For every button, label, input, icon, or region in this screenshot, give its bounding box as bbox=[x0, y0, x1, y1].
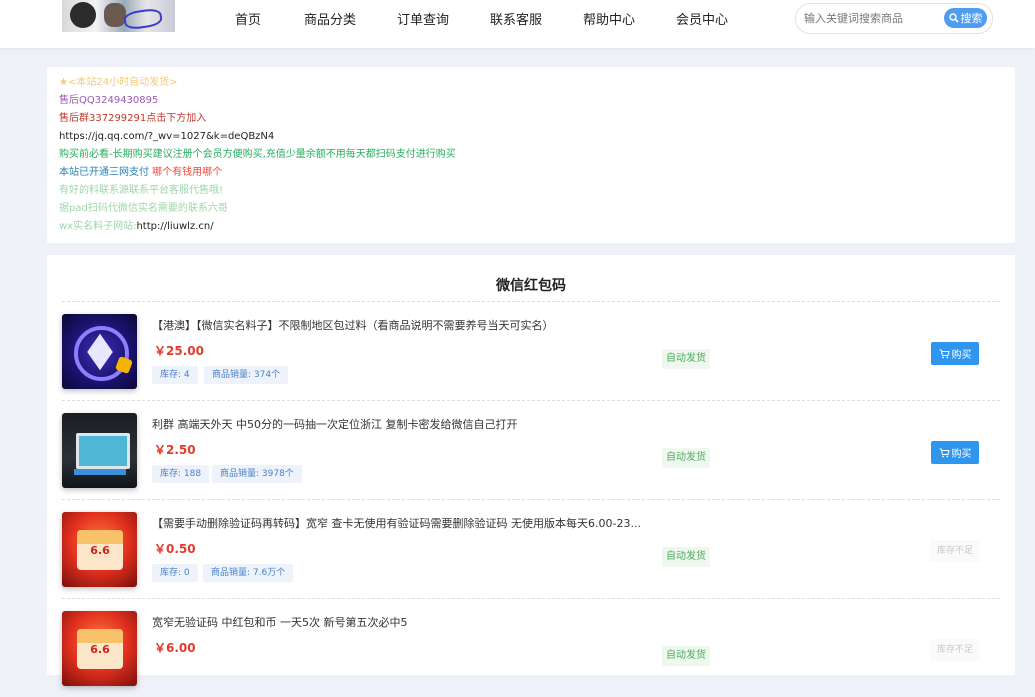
notice-line: wx实名料子网站:http://liuwlz.cn/ bbox=[59, 220, 214, 233]
delivery-badge: 自动发货 bbox=[662, 547, 710, 567]
notice-line: 有好的料联系源联系平台客服代售哦! bbox=[59, 184, 223, 197]
delivery-badge: 自动发货 bbox=[662, 448, 710, 468]
section-title: 微信红包码 bbox=[496, 278, 566, 294]
stock-badge: 库存: 188 bbox=[152, 465, 210, 483]
nav-home[interactable]: 首页 bbox=[235, 9, 261, 28]
notice-line: https://jq.qq.com/?_wv=1027&k=deQBzN4 bbox=[59, 130, 274, 143]
notice-text: 有好的料联系源联系平台客服代售哦! bbox=[59, 185, 224, 196]
buy-button-label: 购买 bbox=[951, 449, 972, 460]
notice-text: 本站已开通三网支付 bbox=[59, 167, 149, 178]
red-packet-flap bbox=[77, 629, 123, 643]
notice-link[interactable]: http://liuwlz.cn/ bbox=[136, 221, 213, 232]
buy-button[interactable]: 购买 bbox=[931, 441, 979, 464]
search-input[interactable] bbox=[804, 10, 934, 26]
nav-member[interactable]: 会员中心 bbox=[676, 9, 728, 28]
image-label: 6.6 bbox=[90, 544, 110, 557]
notice-line: 购买前必看-长期购买建议注册个会员方便购买,充值少量余额不用每天都扫码支付进行购… bbox=[59, 148, 456, 161]
product-title[interactable]: 利群 高端天外天 中50分的一码抽一次定位浙江 复制卡密发给微信自己打开 bbox=[152, 416, 518, 432]
notice-line: 本站已开通三网支付 哪个有钱用哪个 bbox=[59, 166, 222, 179]
notice-text: 购买前必看-长期购买建议注册个会员方便购买,充值少量余额不用每天都扫码支付进行购… bbox=[59, 149, 456, 160]
notice-line: 售后QQ3249430895 bbox=[59, 94, 158, 107]
cart-icon bbox=[939, 448, 950, 457]
search-box: 搜索 bbox=[795, 3, 993, 34]
sales-badge: 商品销量: 374个 bbox=[204, 366, 289, 384]
product-price: ￥0.50 bbox=[154, 542, 196, 556]
stock-badge: 库存: 0 bbox=[152, 564, 198, 582]
delivery-badge: 自动发货 bbox=[662, 646, 710, 666]
notice-suffix: 哪个有钱用哪个 bbox=[149, 167, 223, 178]
nav-contact[interactable]: 联系客服 bbox=[490, 9, 542, 28]
search-icon bbox=[948, 13, 959, 23]
product-image[interactable]: 6.6 bbox=[62, 512, 137, 587]
cart-icon bbox=[939, 349, 950, 358]
notice-text: 售后QQ3249430895 bbox=[59, 95, 159, 106]
notice-text: 据pad扫码代微信实名需要的联系六哥 bbox=[59, 203, 228, 214]
product-price: ￥2.50 bbox=[154, 443, 196, 457]
logo-portrait-2 bbox=[104, 3, 126, 27]
notice-line: 售后群337299291点击下方加入 bbox=[59, 112, 206, 125]
product-image[interactable]: 6.6 bbox=[62, 611, 137, 686]
image-label: 6.6 bbox=[90, 643, 110, 656]
product-row[interactable]: 【港澳】【微信实名料子】不限制地区包过料（看商品说明不需要养号当天可实名） ￥2… bbox=[62, 302, 1000, 401]
phone-screen-icon bbox=[76, 433, 130, 469]
product-image[interactable] bbox=[62, 314, 137, 389]
nav-categories[interactable]: 商品分类 bbox=[304, 9, 356, 28]
out-of-stock-button: 库存不足 bbox=[930, 540, 980, 562]
notice-line: ★<本站24小时自动发货> bbox=[59, 76, 177, 89]
product-title[interactable]: 【港澳】【微信实名料子】不限制地区包过料（看商品说明不需要养号当天可实名） bbox=[152, 317, 554, 333]
delivery-badge: 自动发货 bbox=[662, 349, 710, 369]
red-packet-flap bbox=[77, 530, 123, 544]
product-section: 微信红包码 【港澳】【微信实名料子】不限制地区包过料（看商品说明不需要养号当天可… bbox=[47, 255, 1015, 686]
logo-portrait bbox=[70, 2, 96, 28]
product-title[interactable]: 宽窄无验证码 中红包和币 一天5次 新号第五次必中5 bbox=[152, 614, 408, 630]
notice-line: 据pad扫码代微信实名需要的联系六哥 bbox=[59, 202, 228, 215]
banner-shape bbox=[74, 469, 126, 475]
buy-button[interactable]: 购买 bbox=[931, 342, 979, 365]
out-of-stock-button: 库存不足 bbox=[930, 639, 980, 661]
product-title[interactable]: 【需要手动删除验证码再转码】宽窄 查卡无使用有验证码需要删除验证码 无使用版本每… bbox=[152, 515, 641, 531]
logo-scribble bbox=[122, 7, 164, 31]
product-price: ￥25.00 bbox=[154, 344, 204, 358]
search-button[interactable]: 搜索 bbox=[944, 8, 987, 28]
product-row[interactable]: 利群 高端天外天 中50分的一码抽一次定位浙江 复制卡密发给微信自己打开 ￥2.… bbox=[62, 401, 1000, 500]
product-row[interactable]: 6.6 宽窄无验证码 中红包和币 一天5次 新号第五次必中5 ￥6.00 自动发… bbox=[62, 599, 1000, 697]
notice-text: 售后群337299291点击下方加入 bbox=[59, 113, 207, 124]
header: 首页 商品分类 订单查询 联系客服 帮助中心 会员中心 搜索 bbox=[0, 0, 1035, 48]
sales-badge: 商品销量: 3978个 bbox=[212, 465, 302, 483]
search-button-label: 搜索 bbox=[960, 12, 983, 25]
nav-order-query[interactable]: 订单查询 bbox=[397, 9, 449, 28]
product-price: ￥6.00 bbox=[154, 641, 196, 655]
notice-board: ★<本站24小时自动发货> 售后QQ3249430895 售后群33729929… bbox=[47, 67, 1015, 243]
buy-button-label: 购买 bbox=[951, 350, 972, 361]
stock-badge: 库存: 4 bbox=[152, 366, 198, 384]
notice-text: ★<本站24小时自动发货> bbox=[59, 77, 178, 88]
product-row[interactable]: 6.6 【需要手动删除验证码再转码】宽窄 查卡无使用有验证码需要删除验证码 无使… bbox=[62, 500, 1000, 599]
sales-badge: 商品销量: 7.6万个 bbox=[203, 564, 294, 582]
nav-help[interactable]: 帮助中心 bbox=[583, 9, 635, 28]
product-image[interactable] bbox=[62, 413, 137, 488]
notice-link[interactable]: https://jq.qq.com/?_wv=1027&k=deQBzN4 bbox=[59, 131, 274, 142]
site-logo[interactable] bbox=[62, 0, 175, 32]
notice-text: wx实名料子网站: bbox=[59, 221, 137, 232]
